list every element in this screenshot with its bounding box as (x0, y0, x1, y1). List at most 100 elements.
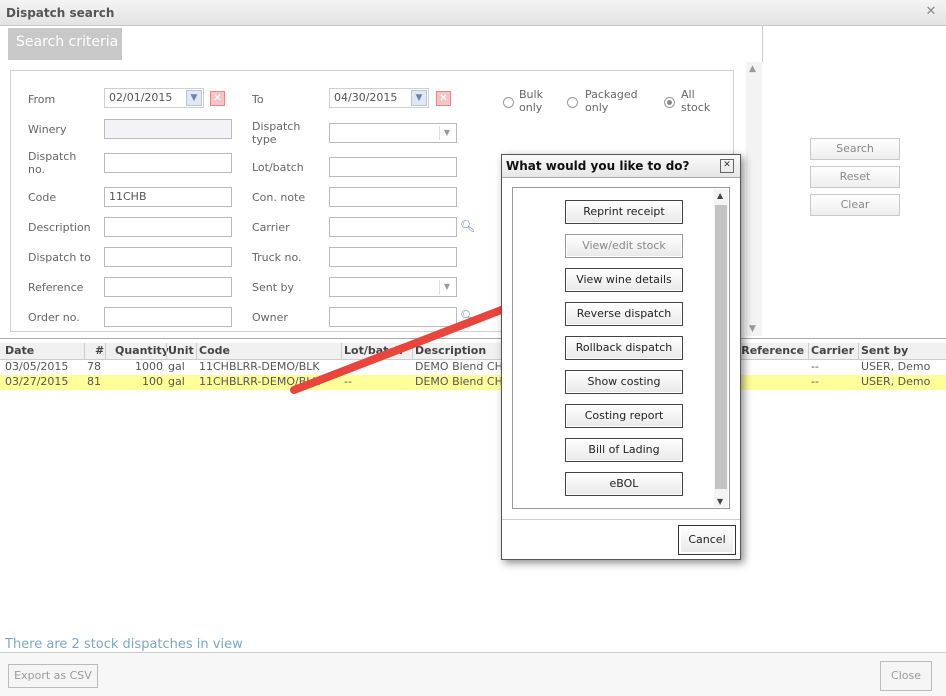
reset-button[interactable]: Reset (810, 166, 900, 188)
description-field[interactable] (104, 217, 232, 237)
to-date-field[interactable]: 04/30/2015 ▼ (329, 88, 429, 108)
cell-unit: gal (168, 360, 185, 373)
dispatch-no-label: Dispatch no. (28, 150, 77, 176)
cell-description: DEMO Blend CH (415, 360, 503, 373)
grid-header: Date # Quantity Unit Code Lot/batch Desc… (0, 343, 946, 360)
costing-report-button[interactable]: Costing report (565, 404, 683, 428)
dispatch-type-select[interactable]: ▼ (329, 123, 457, 143)
col-divider[interactable] (84, 343, 85, 359)
view-edit-stock-button[interactable]: View/edit stock (565, 234, 683, 258)
truck-no-field[interactable] (329, 247, 457, 267)
from-clear-icon[interactable]: ✕ (210, 91, 225, 106)
window-titlebar: Dispatch search ✕ (0, 0, 946, 26)
cell-code: 11CHBLRR-DEMO/BLK (199, 360, 320, 373)
packaged-only-radio[interactable] (567, 97, 578, 108)
col-divider[interactable] (105, 343, 106, 359)
dialog-close-icon[interactable]: ✕ (720, 159, 734, 173)
cancel-button[interactable]: Cancel (678, 525, 736, 555)
scroll-up-icon[interactable]: ▲ (717, 191, 723, 200)
close-button[interactable]: Close (880, 661, 932, 691)
bill-of-lading-button[interactable]: Bill of Lading (565, 438, 683, 462)
to-clear-icon[interactable]: ✕ (436, 91, 451, 106)
owner-field[interactable] (329, 307, 457, 327)
carrier-field[interactable] (329, 217, 457, 237)
code-field[interactable]: 11CHB (104, 187, 232, 207)
col-date[interactable]: Date (5, 344, 34, 358)
reverse-dispatch-button[interactable]: Reverse dispatch (565, 302, 683, 326)
cell-sent-by: USER, Demo (861, 375, 931, 388)
lot-batch-field[interactable] (329, 157, 457, 177)
code-label: Code (28, 191, 57, 204)
owner-search-icon[interactable]: 🔍︎ (460, 309, 475, 323)
dispatch-no-field[interactable] (104, 153, 232, 173)
view-wine-details-button[interactable]: View wine details (565, 268, 683, 292)
table-row-selected[interactable]: 03/27/2015 81 100 gal 11CHBLRR-DEMO/BLK … (0, 375, 946, 390)
to-date-dropdown-icon[interactable]: ▼ (411, 90, 427, 106)
from-date-field[interactable]: 02/01/2015 ▼ (104, 88, 204, 108)
scroll-down-icon[interactable]: ▼ (749, 324, 756, 334)
criteria-scrollbar[interactable]: ▲ ▼ (746, 62, 762, 336)
con-note-field[interactable] (329, 187, 457, 207)
col-divider[interactable] (858, 343, 859, 359)
action-dialog: What would you like to do? ✕ Reprint rec… (501, 154, 741, 560)
col-lot-batch[interactable]: Lot/batch (344, 344, 403, 358)
status-text: There are 2 stock dispatches in view (5, 637, 243, 652)
bulk-only-label: Bulk only (519, 88, 543, 114)
export-csv-button[interactable]: Export as CSV (8, 664, 98, 688)
clear-button[interactable]: Clear (810, 194, 900, 216)
cell-description: DEMO Blend CH (415, 375, 503, 388)
dispatch-to-field[interactable] (104, 247, 232, 267)
col-unit[interactable]: Unit (168, 344, 194, 358)
to-label: To (252, 93, 264, 106)
reference-label: Reference (28, 281, 84, 294)
col-description[interactable]: Description (415, 344, 486, 358)
chevron-down-icon[interactable]: ▼ (439, 280, 454, 294)
col-reference[interactable]: Reference# (732, 344, 807, 358)
col-code[interactable]: Code (199, 344, 230, 358)
col-number[interactable]: # (95, 344, 104, 358)
from-label: From (28, 93, 56, 106)
col-divider[interactable] (808, 343, 809, 359)
dialog-action-list: Reprint receipt View/edit stock View win… (512, 187, 730, 509)
chevron-down-icon[interactable]: ▼ (439, 126, 454, 140)
ebol-button[interactable]: eBOL (565, 472, 683, 496)
col-divider[interactable] (166, 343, 167, 359)
col-divider[interactable] (196, 343, 197, 359)
order-no-label: Order no. (28, 311, 80, 324)
carrier-search-icon[interactable]: 🔍︎ (460, 219, 475, 233)
col-sent-by[interactable]: Sent by (861, 344, 908, 358)
order-no-field[interactable] (104, 307, 232, 327)
col-divider[interactable] (341, 343, 342, 359)
table-row[interactable]: 03/05/2015 78 1000 gal 11CHBLRR-DEMO/BLK… (0, 360, 946, 375)
packaged-only-label: Packaged only (585, 88, 638, 114)
tab-search-criteria[interactable]: Search criteria (8, 28, 122, 60)
col-divider[interactable] (412, 343, 413, 359)
cell-unit: gal (168, 375, 185, 388)
winery-field[interactable] (104, 119, 232, 139)
col-carrier[interactable]: Carrier (811, 344, 854, 358)
reprint-receipt-button[interactable]: Reprint receipt (565, 200, 683, 224)
dialog-scrollbar[interactable]: ▲ ▼ (714, 189, 728, 507)
winery-label: Winery (28, 123, 67, 136)
sent-by-select[interactable]: ▼ (329, 277, 457, 297)
search-button[interactable]: Search (810, 138, 900, 160)
bulk-only-radio[interactable] (503, 97, 514, 108)
from-date-value: 02/01/2015 (109, 91, 173, 104)
con-note-label: Con. note (252, 191, 306, 204)
dialog-title: What would you like to do? (506, 159, 690, 173)
scrollbar-thumb[interactable] (715, 205, 727, 489)
rollback-dispatch-button[interactable]: Rollback dispatch (565, 336, 683, 360)
dialog-divider (502, 519, 740, 520)
scroll-down-icon[interactable]: ▼ (717, 497, 723, 506)
from-date-dropdown-icon[interactable]: ▼ (186, 90, 202, 106)
cell-sent-by: USER, Demo (861, 360, 931, 373)
close-icon[interactable]: ✕ (924, 5, 938, 19)
all-stock-radio[interactable] (664, 97, 675, 108)
show-costing-button[interactable]: Show costing (565, 370, 683, 394)
reference-field[interactable] (104, 277, 232, 297)
to-date-value: 04/30/2015 (334, 91, 398, 104)
scroll-up-icon[interactable]: ▲ (749, 64, 756, 74)
bottom-bar: Export as CSV Close (0, 652, 946, 696)
results-grid: Date # Quantity Unit Code Lot/batch Desc… (0, 338, 946, 635)
col-quantity[interactable]: Quantity (115, 344, 169, 358)
